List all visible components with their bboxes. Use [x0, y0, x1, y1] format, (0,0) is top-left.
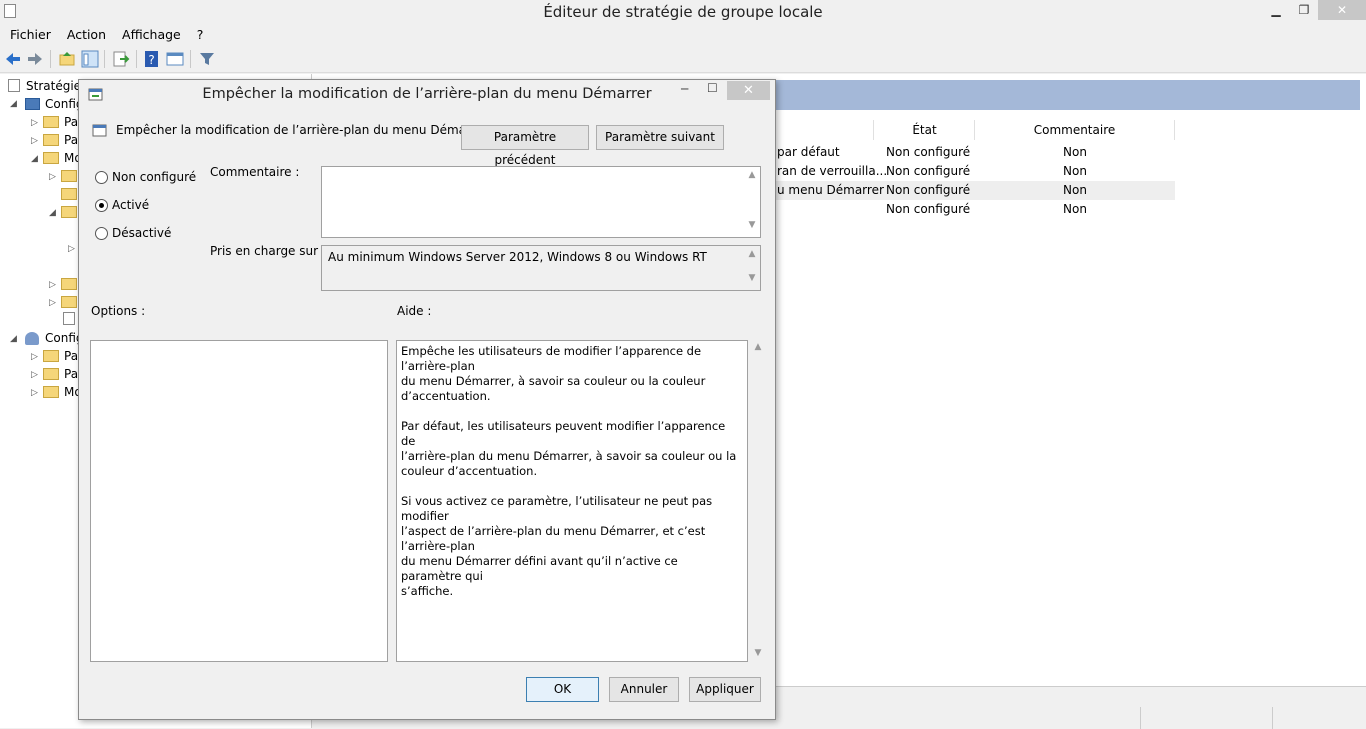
- close-button[interactable]: ✕: [1318, 0, 1366, 20]
- menu-bar: Fichier Action Affichage?: [0, 24, 1366, 45]
- row-state: Non configuré: [886, 183, 971, 197]
- comment-scrollbar[interactable]: ▲ ▼: [744, 167, 760, 237]
- folder-icon: [61, 188, 77, 200]
- row-comment: Non: [1063, 202, 1087, 216]
- export-list-icon[interactable]: [112, 50, 130, 68]
- dialog-close-button[interactable]: ✕: [727, 81, 770, 100]
- supported-on-field: Au minimum Windows Server 2012, Windows …: [321, 245, 761, 291]
- folder-icon: [61, 278, 77, 290]
- row-state: Non configuré: [886, 145, 971, 159]
- column-header-state[interactable]: État: [875, 120, 975, 140]
- next-setting-button[interactable]: Paramètre suivant: [596, 125, 724, 150]
- supported-on-value: Au minimum Windows Server 2012, Windows …: [328, 250, 707, 264]
- apply-button[interactable]: Appliquer: [689, 677, 761, 702]
- dialog-titlebar: Empêcher la modification de l’arrière-pl…: [79, 80, 775, 108]
- radio-enabled-label[interactable]: Activé: [112, 198, 149, 212]
- window-titlebar: Éditeur de stratégie de groupe locale ▁ …: [0, 0, 1366, 24]
- menu-fichier[interactable]: Fichier: [0, 24, 57, 42]
- radio-enabled[interactable]: [95, 199, 108, 212]
- folder-icon: [61, 296, 77, 308]
- supported-scrollbar[interactable]: ▲ ▼: [744, 246, 760, 290]
- folder-icon: [43, 152, 59, 164]
- radio-not-configured-label[interactable]: Non configuré: [112, 170, 196, 184]
- comment-textarea[interactable]: ▲ ▼: [321, 166, 761, 238]
- tree-item[interactable]: Pa: [64, 113, 78, 131]
- show-hide-tree-icon[interactable]: [81, 50, 99, 68]
- forward-arrow-icon[interactable]: [26, 50, 44, 68]
- help-panel: Empêche les utilisateurs de modifier l’a…: [396, 340, 748, 662]
- ok-button[interactable]: OK: [526, 677, 599, 702]
- options-panel: [90, 340, 388, 662]
- minimize-button[interactable]: ▁: [1262, 0, 1290, 20]
- setting-icon: [92, 124, 107, 137]
- tree-item[interactable]: Pa: [64, 365, 78, 383]
- previous-setting-button[interactable]: Paramètre précédent: [461, 125, 589, 167]
- help-scroll-down[interactable]: ▼: [751, 648, 765, 658]
- column-header-comment[interactable]: Commentaire: [975, 120, 1175, 140]
- row-comment: Non: [1063, 183, 1087, 197]
- options-label: Options :: [91, 304, 146, 318]
- window-title: Éditeur de stratégie de groupe locale: [543, 3, 823, 21]
- tree-item[interactable]: Pa: [64, 347, 78, 365]
- row-comment: Non: [1063, 145, 1087, 159]
- help-text: Empêche les utilisateurs de modifier l’a…: [401, 344, 737, 598]
- computer-icon: [25, 98, 40, 110]
- menu-action[interactable]: Action: [57, 24, 112, 42]
- tree-item[interactable]: Pa: [64, 131, 78, 149]
- toolbar: ?: [0, 45, 1366, 73]
- help-icon[interactable]: ?: [143, 50, 161, 68]
- comment-label: Commentaire :: [210, 165, 300, 179]
- supported-on-label: Pris en charge sur :: [210, 244, 326, 258]
- back-arrow-icon[interactable]: [4, 50, 22, 68]
- row-state: Non configuré: [886, 164, 971, 178]
- user-icon: [25, 332, 39, 345]
- folder-icon: [43, 134, 59, 146]
- dialog-maximize-button[interactable]: ☐: [707, 81, 718, 95]
- properties-icon[interactable]: [166, 50, 184, 68]
- folder-icon: [43, 368, 59, 380]
- menu-affichage[interactable]: Affichage: [112, 24, 187, 42]
- restore-button[interactable]: ❐: [1290, 0, 1318, 20]
- folder-icon: [61, 170, 77, 182]
- policy-icon: [63, 312, 75, 325]
- folder-icon: [43, 116, 59, 128]
- radio-disabled[interactable]: [95, 227, 108, 240]
- column-header-setting[interactable]: [776, 120, 874, 140]
- folder-icon: [43, 386, 59, 398]
- row-comment: Non: [1063, 164, 1087, 178]
- cancel-button[interactable]: Annuler: [609, 677, 679, 702]
- filter-icon[interactable]: [198, 50, 216, 68]
- help-label: Aide :: [397, 304, 432, 318]
- policy-setting-dialog: Empêcher la modification de l’arrière-pl…: [78, 79, 776, 720]
- folder-icon: [43, 350, 59, 362]
- radio-disabled-label[interactable]: Désactivé: [112, 226, 171, 240]
- row-name[interactable]: par défaut: [777, 143, 840, 162]
- radio-not-configured[interactable]: [95, 171, 108, 184]
- row-name[interactable]: ran de verrouilla...: [777, 162, 887, 181]
- policy-icon: [8, 79, 20, 92]
- setting-name: Empêcher la modification de l’arrière-pl…: [116, 123, 488, 137]
- menu-help[interactable]: ?: [187, 24, 210, 42]
- dialog-title: Empêcher la modification de l’arrière-pl…: [202, 86, 652, 102]
- folder-up-icon[interactable]: [58, 50, 76, 68]
- folder-icon: [61, 206, 77, 218]
- svg-text:?: ?: [148, 53, 154, 67]
- dialog-minimize-button[interactable]: ─: [681, 82, 688, 96]
- row-name[interactable]: u menu Démarrer: [777, 181, 884, 200]
- help-scroll-up[interactable]: ▲: [751, 342, 765, 352]
- row-state: Non configuré: [886, 202, 971, 216]
